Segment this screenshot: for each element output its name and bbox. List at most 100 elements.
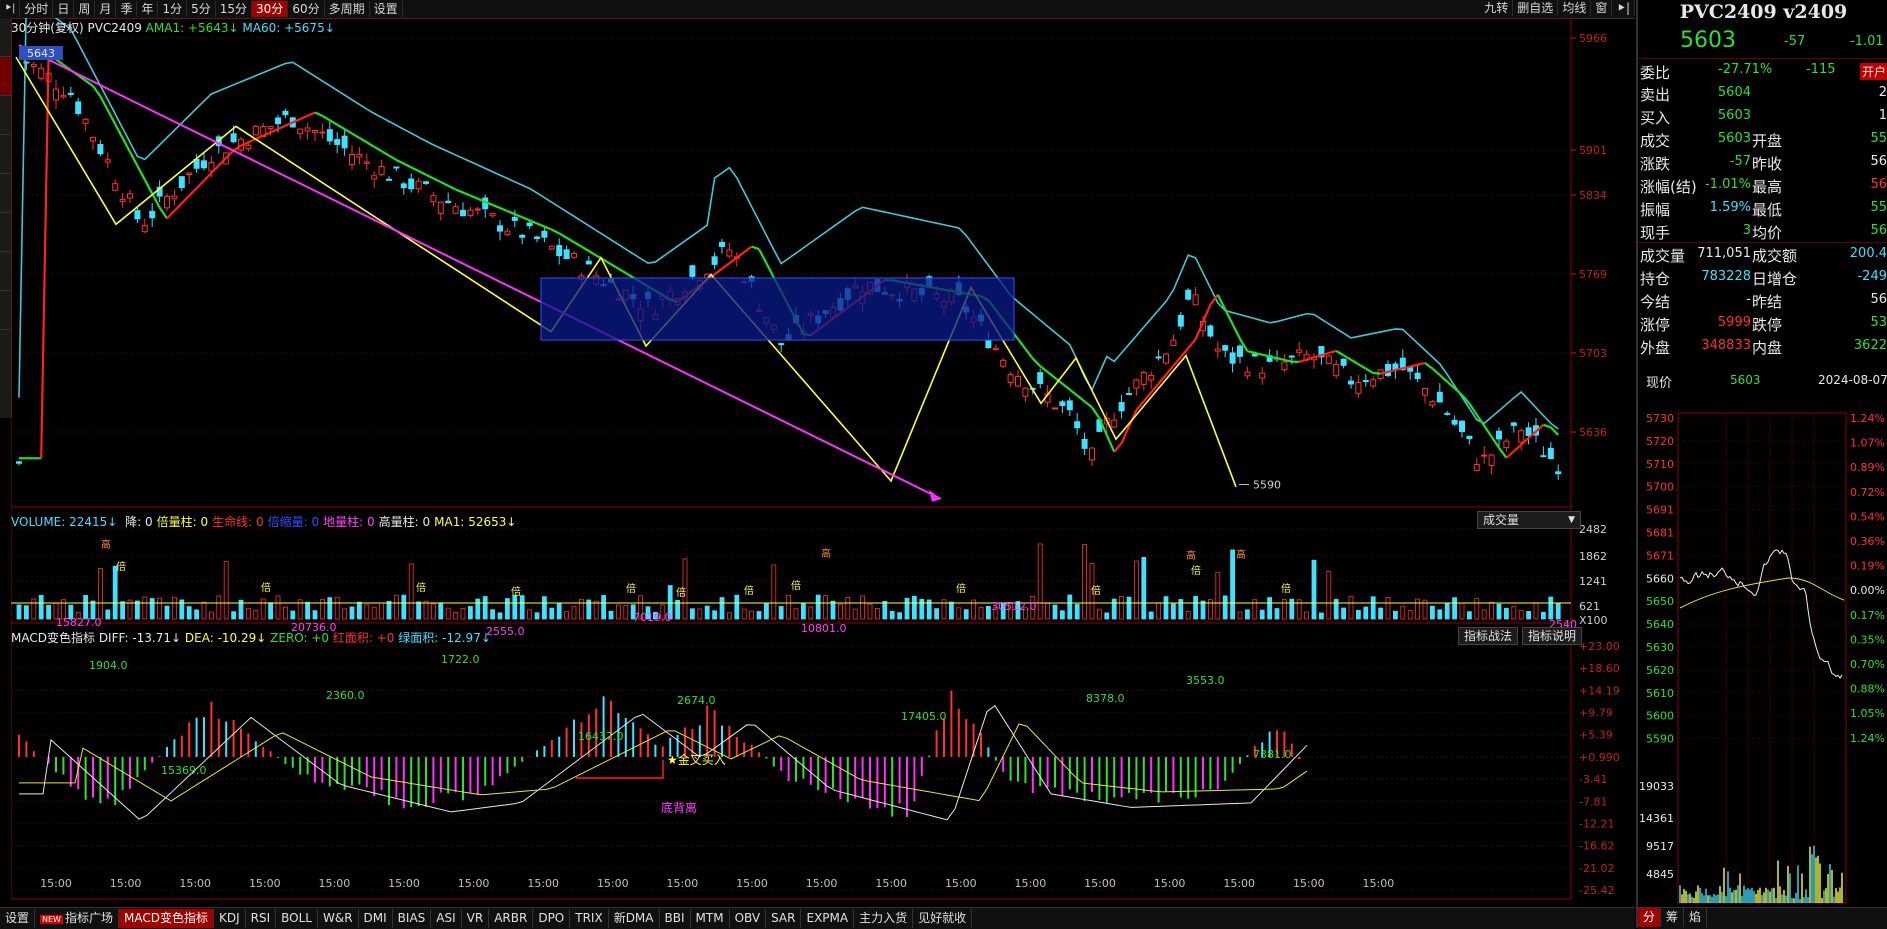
- candle-body: [113, 184, 118, 191]
- period-4[interactable]: 季: [116, 1, 137, 17]
- indicator-tab-4[interactable]: RSI: [246, 909, 277, 928]
- period-6[interactable]: 1分: [158, 1, 187, 17]
- indicator-tab-18[interactable]: SAR: [766, 909, 801, 928]
- macd-legend: MACD变色指标 DIFF: -13.71↓ DEA: -10.29↓ ZERO…: [11, 629, 491, 646]
- vtab-7[interactable]: [0, 252, 11, 291]
- period-12[interactable]: 设置: [370, 1, 403, 17]
- indicator-tab-6[interactable]: W&R: [318, 909, 359, 928]
- right-button-1[interactable]: 删自选: [1513, 0, 1558, 16]
- right-button-2[interactable]: 均线: [1558, 0, 1591, 16]
- quote-value: -249: [1857, 269, 1887, 284]
- volume-bar: [1097, 609, 1101, 619]
- volume-bar: [1305, 612, 1309, 619]
- indicator-tab-14[interactable]: 新DMA: [609, 909, 660, 928]
- indicator-tab-12[interactable]: DPO: [533, 909, 570, 928]
- period-1[interactable]: 日: [53, 1, 74, 17]
- intraday-mini-chart[interactable]: 5730572057105700569156815671566056505640…: [1638, 408, 1887, 906]
- volume-double-marker: 倍: [626, 582, 636, 595]
- vtab-5[interactable]: [0, 174, 11, 213]
- volume-indicator-dropdown[interactable]: 成交量 ▼: [1477, 511, 1581, 529]
- indicator-tab-3[interactable]: KDJ: [214, 909, 246, 928]
- quote-tab-0[interactable]: 分: [1638, 908, 1661, 927]
- indicator-tab-19[interactable]: EXPMA: [801, 909, 854, 928]
- mini-price-label: 5650: [1646, 595, 1674, 608]
- ama-line-segment: [766, 263, 773, 277]
- candle-body: [535, 237, 540, 239]
- candle-body: [1090, 448, 1095, 460]
- indicator-tab-1[interactable]: NEW指标广场: [35, 909, 119, 928]
- collapse-panel-icon[interactable]: ⯈|: [1612, 0, 1635, 16]
- macd-tick-label: -25.42: [1579, 884, 1614, 897]
- indicator-tab-2[interactable]: MACD变色指标: [119, 909, 214, 928]
- ama-line-segment: [463, 193, 470, 196]
- indicator-help-button[interactable]: 指标说明: [1522, 627, 1582, 645]
- right-button-3[interactable]: 窗: [1591, 0, 1612, 16]
- quote-value: -: [1746, 292, 1751, 307]
- indicator-tab-16[interactable]: MTM: [691, 909, 730, 928]
- indicator-tab-7[interactable]: DMI: [359, 909, 393, 928]
- period-9[interactable]: 30分: [252, 1, 288, 17]
- indicator-tab-20[interactable]: 主力入货: [854, 909, 913, 928]
- volume-bar: [875, 608, 879, 619]
- candle-body: [1497, 431, 1502, 439]
- vtab-2[interactable]: [0, 57, 11, 96]
- vtab-6[interactable]: [0, 213, 11, 252]
- main-legend: 30分钟(复权) PVC2409 AMA1: +5643↓ MA60: +567…: [11, 19, 335, 36]
- period-5[interactable]: 年: [137, 1, 158, 17]
- indicator-tab-15[interactable]: BBI: [660, 909, 691, 928]
- indicator-tab-17[interactable]: OBV: [730, 909, 767, 928]
- volume-bar: [195, 610, 199, 619]
- ama-line-segment: [1366, 369, 1373, 373]
- indicator-tactics-button[interactable]: 指标战法: [1458, 627, 1518, 645]
- candle-body: [1223, 346, 1228, 351]
- quote-date: 2024-08-07: [1818, 373, 1887, 387]
- volume-bar: [261, 599, 265, 619]
- indicator-tab-9[interactable]: ASI: [431, 909, 461, 928]
- quote-value: 200.4: [1850, 246, 1887, 261]
- period-10[interactable]: 60分: [288, 1, 324, 17]
- candle-body: [31, 64, 36, 66]
- indicator-tab-13[interactable]: TRIX: [570, 909, 608, 928]
- candle-body: [520, 235, 525, 237]
- period-8[interactable]: 15分: [216, 1, 252, 17]
- candle-body: [54, 89, 59, 100]
- indicator-tab-5[interactable]: BOLL: [276, 909, 318, 928]
- chart-canvas[interactable]: 5966590158345769570356365643559024821862…: [11, 18, 1635, 907]
- vtab-4[interactable]: [0, 135, 11, 174]
- mini-price-label: 5730: [1646, 412, 1674, 425]
- quote-tab-1[interactable]: 筹: [1661, 908, 1684, 927]
- vtab-8[interactable]: [0, 291, 11, 330]
- volume-bar: [1490, 602, 1494, 619]
- volume-bar: [698, 609, 702, 619]
- candle-body: [91, 137, 96, 141]
- indicator-tab-21[interactable]: 见好就收: [913, 909, 972, 928]
- candle-body: [572, 254, 577, 258]
- volume-bar: [387, 601, 391, 619]
- period-0[interactable]: 分时: [20, 1, 53, 17]
- nav-arrow-icon[interactable]: ⯈|: [0, 1, 20, 17]
- vtab-3[interactable]: [0, 96, 11, 135]
- kline-chart-area[interactable]: 5966590158345769570356365643559024821862…: [11, 18, 1635, 907]
- period-2[interactable]: 周: [74, 1, 95, 17]
- period-7[interactable]: 5分: [187, 1, 216, 17]
- indicator-tab-11[interactable]: ARBR: [489, 909, 533, 928]
- period-3[interactable]: 月: [95, 1, 116, 17]
- volume-bar: [838, 604, 842, 619]
- candle-body: [1371, 380, 1376, 386]
- indicator-tab-10[interactable]: VR: [462, 909, 490, 928]
- quote-tab-2[interactable]: 焰: [1684, 908, 1707, 927]
- volume-double-marker: 倍: [1281, 582, 1291, 595]
- candle-body: [372, 176, 377, 179]
- ama-line-segment: [744, 247, 751, 253]
- ama-line-segment: [1277, 358, 1284, 360]
- open-account-button[interactable]: 开户: [1860, 63, 1887, 80]
- volume-bar: [498, 613, 502, 619]
- ama-line-segment: [1114, 443, 1121, 452]
- right-button-0[interactable]: 九转: [1480, 0, 1513, 16]
- vtab-1[interactable]: [0, 18, 11, 57]
- candle-body: [342, 136, 347, 148]
- indicator-tab-0[interactable]: 设置: [0, 909, 35, 928]
- ama-line-segment: [433, 178, 440, 182]
- indicator-tab-8[interactable]: BIAS: [393, 909, 432, 928]
- period-11[interactable]: 多周期: [325, 1, 370, 17]
